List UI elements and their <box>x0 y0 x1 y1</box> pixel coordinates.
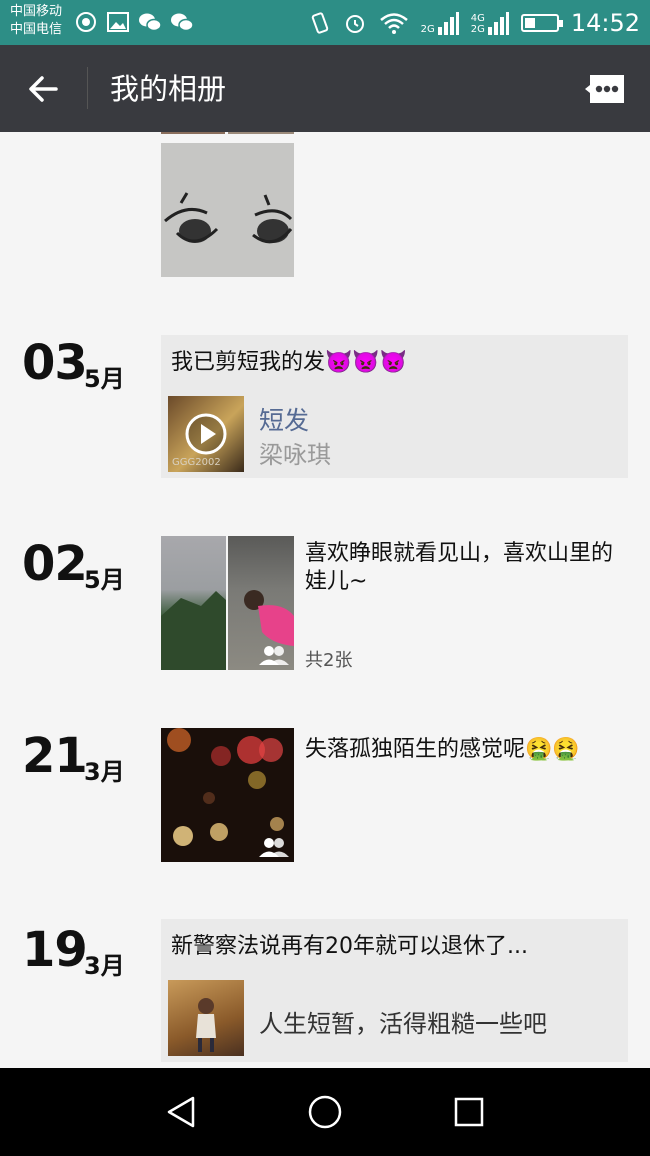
girl-figure <box>196 998 216 1052</box>
photo-partial-1[interactable] <box>161 132 225 134</box>
nauseated-emoji: 🤮🤮 <box>525 737 580 762</box>
music-title: 短发 <box>259 406 310 435</box>
photo-partial-2[interactable] <box>228 132 294 134</box>
post-month: 5月 <box>84 365 125 393</box>
vibrate-icon <box>311 11 328 34</box>
photo-eyes-sketch[interactable] <box>161 143 294 277</box>
play-icon[interactable] <box>184 412 228 456</box>
photo-count: 共2张 <box>305 650 353 671</box>
carrier-1: 中国移动 <box>10 4 63 19</box>
article-thumbnail <box>168 980 244 1056</box>
battery-icon <box>520 13 563 32</box>
post-day: 21 <box>22 728 88 784</box>
post-text: 失落孤独陌生的感觉呢🤮🤮 <box>305 736 625 764</box>
album-list[interactable]: 03 5月 我已剪短我的发👿👿👿 GGG2002 短发 梁咏琪 02 5月 喜欢… <box>0 132 650 1068</box>
triangle-back-icon[interactable] <box>163 1094 199 1130</box>
post-day: 02 <box>22 536 88 592</box>
carrier-2: 中国电信 <box>10 22 63 37</box>
wechat-icon-2 <box>171 13 194 32</box>
photo-mountains[interactable] <box>161 536 226 670</box>
network-type-2a: 4G <box>470 12 485 24</box>
signal-2: 4G 2G <box>471 11 509 35</box>
post-text: 喜欢睁眼就看见山，喜欢山里的娃儿~ <box>305 541 614 594</box>
post-text-body: 我已剪短我的发 <box>171 350 326 375</box>
network-type-2b: 2G <box>470 23 485 35</box>
header-divider <box>87 67 88 109</box>
action-bar: 我的相册 <box>0 45 650 132</box>
eyes-drawing <box>164 192 293 244</box>
network-type-1: 2G <box>420 23 435 35</box>
post-month: 5月 <box>84 566 125 594</box>
photo-bokeh[interactable] <box>161 728 294 862</box>
clock: 14:52 <box>570 8 640 37</box>
signal-bars-icon <box>437 11 459 35</box>
shared-music-card[interactable]: 我已剪短我的发👿👿👿 GGG2002 短发 梁咏琪 <box>161 335 628 478</box>
post-text: 我已剪短我的发👿👿👿 <box>171 349 621 377</box>
arrow-left-icon[interactable] <box>22 67 66 111</box>
signal-bars-icon-2 <box>487 11 509 35</box>
music-artist: 梁咏琪 <box>259 441 331 469</box>
alarm-icon <box>345 14 364 33</box>
post-text-body: 失落孤独陌生的感觉呢 <box>305 737 526 762</box>
post-text: 新警察法说再有20年就可以退休了... <box>171 934 528 959</box>
multi-photo-icon <box>259 838 289 857</box>
status-bar: 中国移动 中国电信 2G 4G 2G 14:52 <box>0 0 650 45</box>
shared-article-card[interactable]: 新警察法说再有20年就可以退休了... 人生短暂，活得粗糙一些吧 <box>161 919 628 1062</box>
navigation-bar <box>0 1068 650 1156</box>
circle-home-icon[interactable] <box>307 1094 343 1130</box>
wifi-icon <box>379 12 408 34</box>
photo-child[interactable] <box>228 536 294 670</box>
location-icon <box>76 12 96 32</box>
devil-emoji: 👿👿👿 <box>325 350 408 375</box>
post-day: 03 <box>22 335 88 391</box>
music-thumbnail: GGG2002 <box>168 396 244 472</box>
mountain-shape <box>161 591 226 670</box>
article-title: 人生短暂，活得粗糙一些吧 <box>259 1010 547 1038</box>
wechat-icon <box>139 13 162 32</box>
signal-1: 2G <box>421 11 459 35</box>
page-title: 我的相册 <box>110 72 227 106</box>
post-month: 3月 <box>84 758 125 786</box>
chat-bubble-icon[interactable] <box>584 69 628 109</box>
post-month: 3月 <box>84 952 125 980</box>
square-recents-icon[interactable] <box>451 1094 487 1130</box>
post-day: 19 <box>22 922 88 978</box>
multi-photo-icon <box>259 646 289 665</box>
status-right: 2G 4G 2G 14:52 <box>309 0 640 45</box>
carrier-labels: 中国移动 中国电信 <box>10 3 62 39</box>
thumbnail-text: GGG2002 <box>172 457 221 468</box>
image-icon <box>107 12 129 32</box>
